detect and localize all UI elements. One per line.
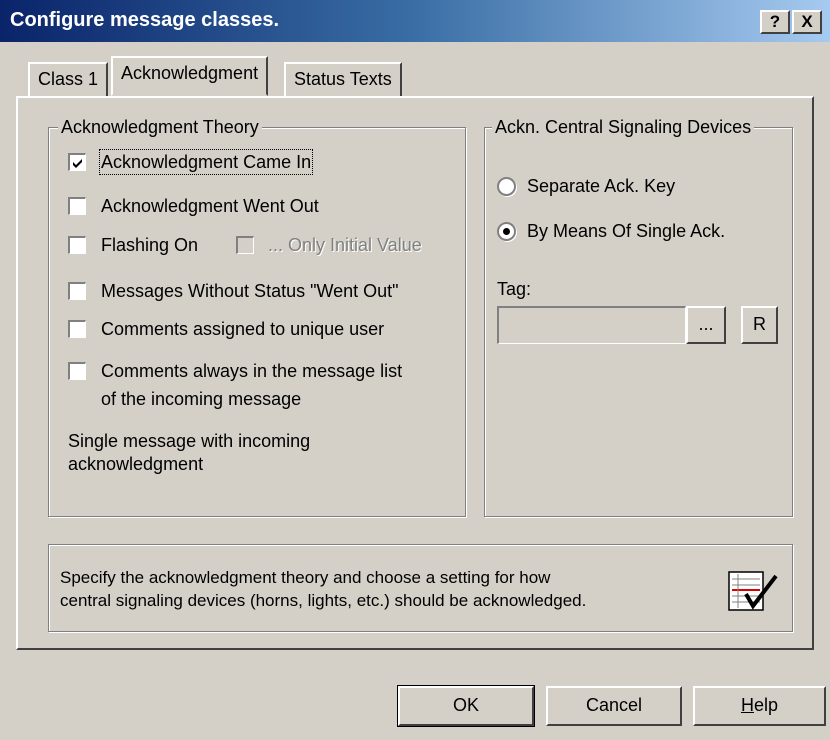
description-line1: Specify the acknowledgment theory and ch… bbox=[60, 568, 551, 587]
checkbox-flashing-on[interactable] bbox=[67, 235, 87, 255]
ack-info-line2: acknowledgment bbox=[68, 454, 204, 474]
help-label-rest: elp bbox=[753, 695, 779, 715]
ack-came-in-label[interactable]: Acknowledgment Came In bbox=[98, 149, 314, 175]
help-button[interactable]: Help bbox=[693, 686, 826, 726]
description-line2: central signaling devices (horns, lights… bbox=[60, 591, 587, 610]
help-title-button[interactable]: ? bbox=[760, 10, 790, 34]
ack-info-line1: Single message with incoming bbox=[68, 431, 311, 451]
tab-status-texts[interactable]: Status Texts bbox=[284, 62, 402, 96]
ack-went-out-label[interactable]: Acknowledgment Went Out bbox=[101, 195, 319, 217]
tab-class-1[interactable]: Class 1 bbox=[28, 62, 109, 96]
comments-message-list-label-line1[interactable]: Comments always in the message list bbox=[101, 360, 402, 382]
signaling-legend: Ackn. Central Signaling Devices bbox=[492, 117, 755, 138]
comments-message-list-label-line2[interactable]: of the incoming message bbox=[101, 388, 301, 410]
checkbox-comments-unique-user[interactable] bbox=[67, 319, 87, 339]
tag-label: Tag: bbox=[497, 279, 532, 299]
checkbox-ack-went-out[interactable] bbox=[67, 196, 87, 216]
checkbox-comments-message-list[interactable] bbox=[67, 361, 87, 381]
comments-unique-user-label[interactable]: Comments assigned to unique user bbox=[101, 318, 384, 340]
separate-ack-key-label[interactable]: Separate Ack. Key bbox=[527, 175, 675, 197]
tab-acknowledgment-label: Acknowledgment bbox=[121, 63, 259, 83]
ack-theory-legend: Acknowledgment Theory bbox=[58, 117, 262, 138]
help-mnemonic: H bbox=[740, 695, 754, 715]
single-ack-label[interactable]: By Means Of Single Ack. bbox=[527, 220, 725, 242]
ok-button[interactable]: OK bbox=[397, 685, 535, 727]
tab-acknowledgment[interactable]: Acknowledgment bbox=[111, 56, 269, 96]
only-initial-value-label: ... Only Initial Value bbox=[268, 235, 422, 255]
checkbox-ack-came-in[interactable] bbox=[67, 152, 87, 172]
checklist-icon bbox=[728, 570, 780, 614]
radio-separate-ack-key[interactable] bbox=[497, 177, 516, 196]
cancel-button[interactable]: Cancel bbox=[546, 686, 682, 726]
radio-single-ack[interactable] bbox=[497, 222, 516, 241]
radio-selected-dot bbox=[503, 228, 510, 235]
tag-input[interactable] bbox=[497, 306, 686, 344]
checkbox-only-initial-value[interactable] bbox=[235, 235, 255, 255]
flashing-on-label[interactable]: Flashing On bbox=[101, 234, 198, 256]
checkmark-icon bbox=[73, 159, 82, 168]
tag-r-button[interactable]: R bbox=[741, 306, 778, 344]
without-went-out-label[interactable]: Messages Without Status "Went Out" bbox=[101, 280, 399, 302]
window-title: Configure message classes. bbox=[10, 9, 280, 31]
tag-browse-button[interactable]: ... bbox=[686, 306, 726, 344]
close-title-button[interactable]: X bbox=[792, 10, 822, 34]
checkbox-without-went-out[interactable] bbox=[67, 281, 87, 301]
